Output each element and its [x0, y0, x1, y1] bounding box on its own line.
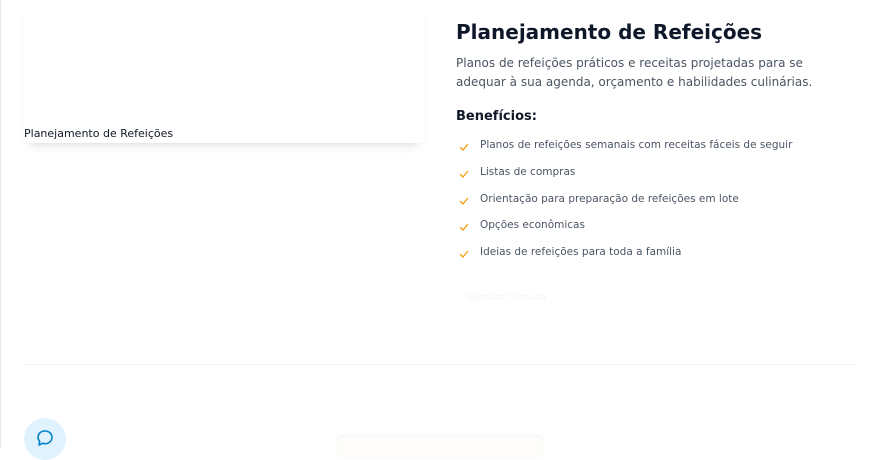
- benefit-item: Planos de refeições semanais com receita…: [456, 137, 792, 164]
- check-icon: [458, 221, 470, 233]
- benefit-label: Opções econômicas: [480, 219, 585, 232]
- service-image-alt-text: Planejamento de Refeições: [24, 127, 174, 140]
- benefit-item: Orientação para preparação de refeições …: [456, 191, 792, 218]
- benefit-label: Listas de compras: [480, 165, 576, 178]
- service-title: Planejamento de Refeições: [456, 20, 763, 44]
- chat-button[interactable]: [24, 418, 66, 460]
- benefits-heading: Benefícios:: [456, 109, 537, 124]
- schedule-consultation-button[interactable]: Agendar Consulta: [456, 288, 557, 308]
- check-icon: [458, 195, 470, 207]
- next-section-card: [338, 437, 542, 457]
- benefit-label: Planos de refeições semanais com receita…: [480, 139, 793, 151]
- benefits-list: Planos de refeições semanais com receita…: [456, 137, 792, 271]
- benefit-label: Orientação para preparação de refeições …: [480, 192, 739, 205]
- benefit-item: Ideias de refeições para toda a família: [456, 244, 792, 271]
- service-description: Planos de refeições práticos e receitas …: [456, 56, 813, 89]
- page-left-border: [0, 0, 1, 447]
- benefit-item: Listas de compras: [456, 164, 792, 191]
- section-divider: [24, 364, 856, 365]
- check-icon: [458, 248, 470, 260]
- benefit-item: Opções econômicas: [456, 217, 792, 244]
- benefit-label: Ideias de refeições para toda a família: [480, 246, 682, 258]
- check-icon: [458, 141, 470, 153]
- service-image: Planejamento de Refeições: [24, 0, 424, 143]
- check-icon: [458, 168, 470, 180]
